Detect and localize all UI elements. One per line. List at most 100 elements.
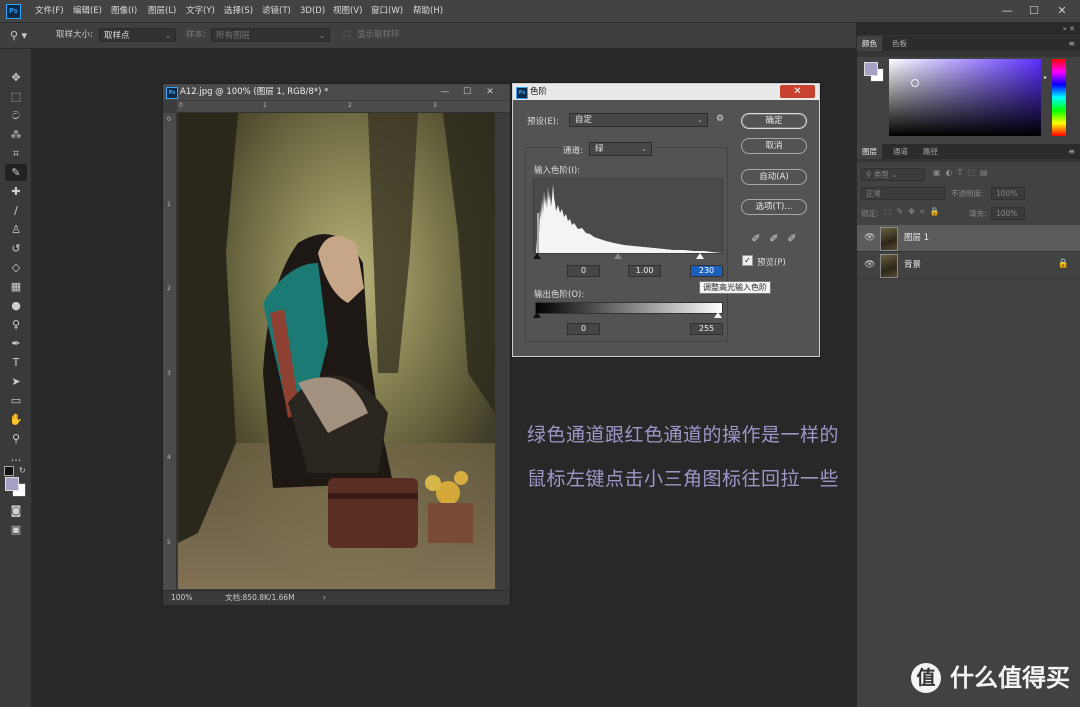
doc-close-icon[interactable]: ✕ [479, 84, 501, 100]
menu-layer[interactable]: 图层(L) [148, 0, 176, 22]
output-black-slider[interactable] [533, 312, 541, 318]
marquee-tool-icon[interactable]: ⬚ [5, 88, 27, 105]
auto-button[interactable]: 自动(A) [741, 169, 807, 185]
move-tool-icon[interactable]: ✥ [5, 69, 27, 86]
panel-menu-icon[interactable]: ≡ [1068, 36, 1075, 51]
ruler-mark: 5 [167, 539, 171, 546]
healing-brush-icon[interactable]: ✚ [5, 183, 27, 200]
doc-maximize-icon[interactable]: ☐ [456, 84, 478, 100]
zoom-tool-icon[interactable]: ⚲ [5, 430, 27, 447]
fill-field[interactable]: 100% [991, 207, 1025, 220]
eraser-tool-icon[interactable]: ◇ [5, 259, 27, 276]
channel-select[interactable]: 绿 ⌄ [589, 142, 652, 156]
document-canvas[interactable] [178, 113, 495, 589]
eyedropper-tool-icon[interactable]: ✎ [5, 164, 27, 181]
preset-select[interactable]: 自定 ⌄ [569, 113, 708, 127]
input-gamma-field[interactable]: 1.00 [628, 265, 661, 277]
output-black-field[interactable]: 0 [567, 323, 600, 335]
ok-button[interactable]: 确定 [741, 113, 807, 129]
hue-slider[interactable] [1052, 59, 1066, 136]
menu-type[interactable]: 文字(Y) [186, 0, 215, 22]
lock-icons[interactable]: ⬚✎✥⌗🔒 [884, 207, 944, 217]
menu-select[interactable]: 选择(S) [224, 0, 253, 22]
input-white-slider[interactable] [696, 253, 704, 259]
gradient-tool-icon[interactable]: ▦ [5, 278, 27, 295]
type-tool-icon[interactable]: T [5, 354, 27, 371]
magic-wand-icon[interactable]: ⁂ [5, 126, 27, 143]
brush-tool-icon[interactable]: ∕ [5, 202, 27, 219]
panel-menu-icon[interactable]: ≡ [1068, 144, 1075, 159]
color-picker-field[interactable] [889, 59, 1041, 136]
output-white-slider[interactable] [714, 312, 722, 318]
menu-help[interactable]: 帮助(H) [413, 0, 443, 22]
menu-window[interactable]: 窗口(W) [371, 0, 403, 22]
menu-edit[interactable]: 编辑(E) [73, 0, 102, 22]
screen-mode-icon[interactable]: ▣ [5, 521, 27, 538]
sample-value: 所有图层 [216, 31, 251, 41]
sample-size-select[interactable]: 取样点 ⌄ [99, 28, 176, 42]
color-picker-cursor[interactable] [911, 79, 919, 87]
output-white-field[interactable]: 255 [690, 323, 723, 335]
doc-minimize-icon[interactable]: — [434, 84, 456, 100]
menu-image[interactable]: 图像(I) [111, 0, 137, 22]
input-black-field[interactable]: 0 [567, 265, 600, 277]
minimize-icon[interactable]: — [993, 0, 1021, 22]
default-colors-icon[interactable] [4, 466, 14, 476]
more-tools-icon[interactable]: … [5, 449, 27, 466]
collapse-panels-icon[interactable]: » ✕ [1063, 23, 1075, 35]
input-black-slider[interactable] [533, 253, 541, 259]
opacity-field[interactable]: 100% [991, 187, 1025, 200]
menu-filter[interactable]: 滤镜(T) [262, 0, 291, 22]
tab-color[interactable]: 颜色 [857, 36, 882, 51]
dodge-tool-icon[interactable]: ♀ [5, 316, 27, 333]
menu-view[interactable]: 视图(V) [333, 0, 362, 22]
layer-row[interactable]: 👁 背景 🔒 [857, 252, 1080, 279]
input-white-field[interactable]: 230 [690, 265, 723, 277]
kind-filter-select[interactable]: ⚲ 类型 ⌄ [861, 168, 925, 181]
eyedropper-icon[interactable]: ⚲ ▾ [10, 23, 27, 48]
shape-tool-icon[interactable]: ▭ [5, 392, 27, 409]
cancel-button[interactable]: 取消 [741, 138, 807, 154]
close-icon[interactable]: ✕ [1048, 0, 1076, 22]
blur-tool-icon[interactable]: ● [5, 297, 27, 314]
levels-title-bar[interactable]: Ps 色阶 ✕ [513, 84, 819, 100]
path-selection-icon[interactable]: ➤ [5, 373, 27, 390]
hand-tool-icon[interactable]: ✋ [5, 411, 27, 428]
pen-tool-icon[interactable]: ✒ [5, 335, 27, 352]
filter-icons[interactable]: ▣◐T⬚▤ [933, 168, 993, 177]
options-button[interactable]: 选项(T)... [741, 199, 807, 215]
blend-mode-select[interactable]: 正常 [861, 187, 945, 200]
white-point-eyedropper-icon[interactable]: ✐ [785, 232, 799, 246]
tab-layers[interactable]: 图层 [857, 144, 882, 159]
input-gamma-slider[interactable] [614, 253, 622, 259]
document-title-bar[interactable]: Ps A12.jpg @ 100% (图层 1, RGB/8*) * — ☐ ✕ [163, 84, 510, 100]
crop-tool-icon[interactable]: ⌗ [5, 145, 27, 162]
eye-icon[interactable]: 👁 [864, 233, 875, 243]
gray-point-eyedropper-icon[interactable]: ✐ [767, 232, 781, 246]
levels-dialog: Ps 色阶 ✕ 预设(E): 自定 ⌄ ⚙ 确定 取消 自动(A) 选项(T)..… [512, 83, 820, 357]
menu-3d[interactable]: 3D(D) [300, 0, 325, 22]
foreground-color-swatch[interactable] [5, 477, 19, 491]
status-menu-arrow-icon[interactable]: › [323, 591, 326, 605]
swap-colors-icon[interactable]: ↻ [19, 466, 26, 475]
preset-options-gear-icon[interactable]: ⚙ [716, 114, 724, 124]
eye-icon[interactable]: 👁 [864, 260, 875, 270]
black-point-eyedropper-icon[interactable]: ✐ [749, 232, 763, 246]
sample-select[interactable]: 所有图层 ⌄ [211, 28, 330, 42]
show-ring-checkbox[interactable]: ☐ [343, 23, 351, 48]
layer-row[interactable]: 👁 图层 1 [857, 225, 1080, 252]
tab-swatches[interactable]: 色板 [887, 36, 912, 51]
preview-checkbox[interactable]: ✓ [742, 255, 753, 266]
quick-mask-icon[interactable]: ◙ [5, 502, 27, 519]
history-brush-icon[interactable]: ↺ [5, 240, 27, 257]
tab-paths[interactable]: 路径 [918, 144, 943, 159]
tab-channels[interactable]: 通道 [888, 144, 913, 159]
menu-file[interactable]: 文件(F) [35, 0, 64, 22]
close-icon[interactable]: ✕ [780, 85, 815, 98]
zoom-level[interactable]: 100% [171, 591, 192, 605]
lasso-tool-icon[interactable]: ට [5, 107, 27, 124]
clone-stamp-icon[interactable]: ♙ [5, 221, 27, 238]
foreground-swatch[interactable] [864, 62, 878, 76]
levels-title: 色阶 [530, 87, 548, 97]
maximize-icon[interactable]: ☐ [1020, 0, 1048, 22]
